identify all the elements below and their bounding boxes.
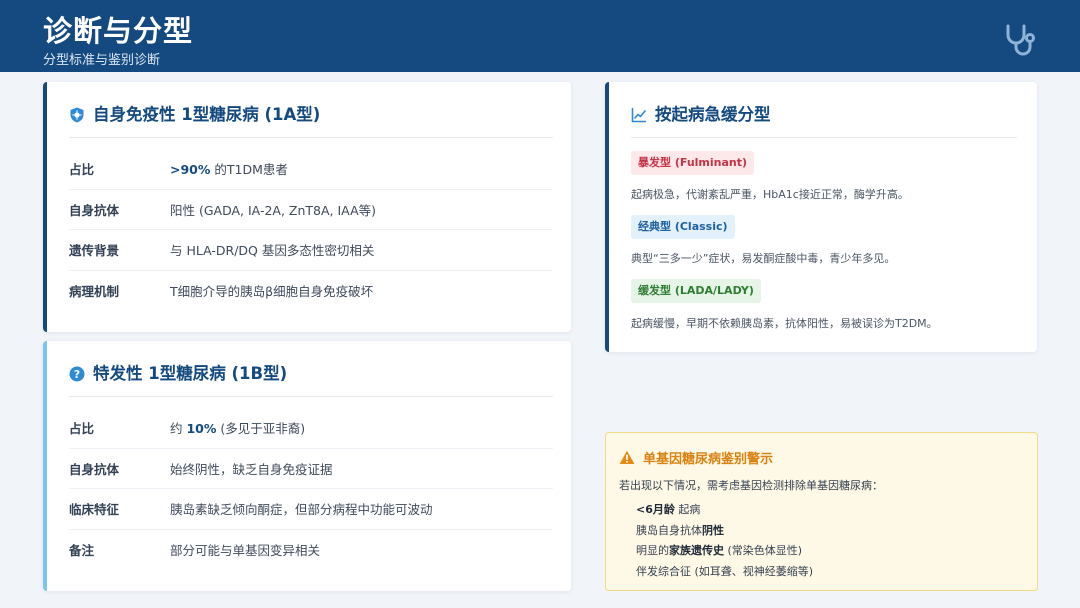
- row-value: T细胞介导的胰岛β细胞自身免疫破坏: [170, 284, 374, 300]
- onset-title: 按起病急缓分型: [655, 105, 771, 124]
- classic-desc: 典型“三多一少”症状，易发酮症酸中毒，青少年多见。: [631, 252, 896, 265]
- type1a-table: 占比 >90% 的T1DM患者 自身抗体 阳性 (GADA, IA-2A, Zn…: [69, 149, 553, 311]
- row-key: 占比: [69, 421, 95, 437]
- list-item: 伴发综合征 (如耳聋、视神经萎缩等): [636, 564, 814, 578]
- table-row: 病理机制 T细胞介导的胰岛β细胞自身免疫破坏: [69, 271, 553, 312]
- onset-card-header: 按起病急缓分型: [631, 104, 1017, 138]
- row-value: 胰岛素缺乏倾向酮症，但部分病程中功能可波动: [170, 502, 433, 518]
- warning-title: 单基因糖尿病鉴别警示: [643, 452, 774, 467]
- line-chart-icon: [631, 107, 647, 123]
- page-subtitle: 分型标准与鉴别诊断: [43, 53, 161, 68]
- warning-list: <6月龄 起病 胰岛自身抗体阴性 明显的家族遗传史 (常染色体显性) 伴发综合征…: [636, 500, 813, 582]
- table-row: 遗传背景 与 HLA-DR/DQ 基因多态性密切相关: [69, 230, 553, 271]
- onset-card: 按起病急缓分型 暴发型 (Fulminant) 起病极急，代谢紊乱严重，HbA1…: [605, 82, 1037, 352]
- type1b-table: 占比 约 10% (多见于亚非裔) 自身抗体 始终阴性，缺乏自身免疫证据 临床特…: [69, 408, 553, 570]
- row-key: 自身抗体: [69, 461, 120, 477]
- question-circle-icon: ?: [69, 366, 85, 382]
- warning-intro: 若出现以下情况，需考虑基因检测排除单基因糖尿病：: [619, 479, 883, 492]
- row-value: 部分可能与单基因变异相关: [170, 543, 321, 559]
- list-item: 明显的家族遗传史 (常染色体显性): [636, 544, 803, 557]
- row-key: 遗传背景: [69, 243, 120, 259]
- monogenic-warning-box: 单基因糖尿病鉴别警示 若出现以下情况，需考虑基因检测排除单基因糖尿病： <6月龄…: [605, 432, 1038, 591]
- table-row: 自身抗体 阳性 (GADA, IA-2A, ZnT8A, IAA等): [69, 190, 553, 230]
- type1a-card: 自身免疫性 1型糖尿病 (1A型) 占比 >90% 的T1DM患者 自身抗体 阳…: [43, 82, 571, 332]
- table-row: 占比 >90% 的T1DM患者: [69, 149, 553, 190]
- row-value: 约 10% (多见于亚非裔): [170, 421, 306, 437]
- lada-desc: 起病缓慢，早期不依赖胰岛素，抗体阳性，易被误诊为T2DM。: [631, 317, 938, 330]
- row-key: 占比: [69, 162, 95, 178]
- row-key: 病理机制: [69, 284, 120, 300]
- table-row: 占比 约 10% (多见于亚非裔): [69, 408, 553, 449]
- row-value: 与 HLA-DR/DQ 基因多态性密切相关: [170, 243, 375, 259]
- row-value: 始终阴性，缺乏自身免疫证据: [170, 461, 333, 477]
- type1b-card: ? 特发性 1型糖尿病 (1B型) 占比 约 10% (多见于亚非裔) 自身抗体…: [43, 341, 571, 591]
- type1b-title: 特发性 1型糖尿病 (1B型): [93, 364, 288, 383]
- row-value: >90% 的T1DM患者: [170, 162, 288, 178]
- table-row: 自身抗体 始终阴性，缺乏自身免疫证据: [69, 449, 553, 489]
- row-key: 自身抗体: [69, 202, 120, 218]
- shield-virus-icon: [70, 107, 84, 123]
- page-title: 诊断与分型: [43, 14, 194, 48]
- fulminant-tag: 暴发型 (Fulminant): [631, 151, 755, 175]
- row-key: 临床特征: [69, 502, 120, 518]
- warning-triangle-icon: [619, 450, 635, 464]
- row-key: 备注: [69, 543, 95, 559]
- type1a-card-header: 自身免疫性 1型糖尿病 (1A型): [69, 104, 553, 138]
- table-row: 临床特征 胰岛素缺乏倾向酮症，但部分病程中功能可波动: [69, 489, 553, 530]
- type1b-card-header: ? 特发性 1型糖尿病 (1B型): [69, 363, 553, 397]
- fulminant-desc: 起病极急，代谢紊乱严重，HbA1c接近正常，酶学升高。: [631, 188, 909, 201]
- list-item: <6月龄 起病: [636, 503, 701, 516]
- lada-tag: 缓发型 (LADA/LADY): [631, 279, 761, 303]
- stethoscope-icon: [1006, 24, 1035, 56]
- table-row: 备注 部分可能与单基因变异相关: [69, 530, 553, 571]
- svg-text:?: ?: [74, 368, 80, 381]
- warning-header: 单基因糖尿病鉴别警示: [619, 448, 773, 467]
- type1a-title: 自身免疫性 1型糖尿病 (1A型): [93, 105, 321, 124]
- page-header: 诊断与分型 分型标准与鉴别诊断: [0, 0, 1080, 72]
- list-item: 胰岛自身抗体阴性: [636, 523, 724, 537]
- classic-tag: 经典型 (Classic): [631, 215, 735, 239]
- row-value: 阳性 (GADA, IA-2A, ZnT8A, IAA等): [170, 202, 376, 218]
